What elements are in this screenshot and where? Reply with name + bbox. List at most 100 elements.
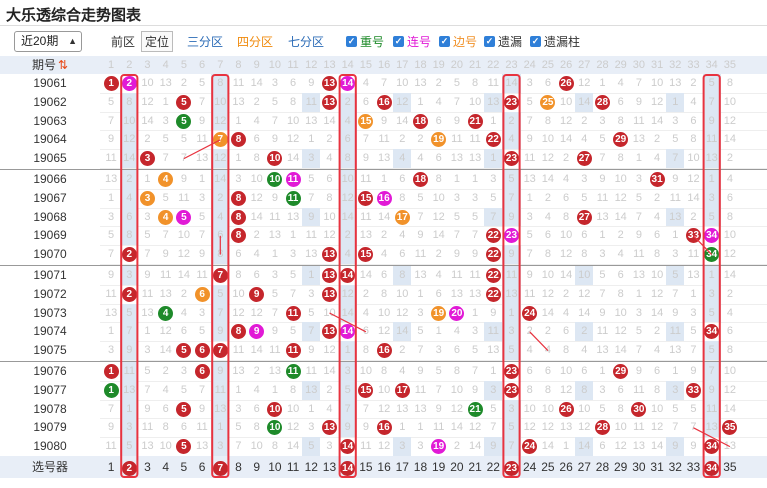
number-cell: 13 — [120, 380, 139, 400]
position-tab[interactable]: 定位 — [141, 31, 174, 52]
number-cell: 5 — [199, 210, 206, 223]
number-cell: 34 — [703, 226, 721, 245]
number-cell: 14 — [468, 440, 482, 453]
number-cell: 14 — [687, 191, 700, 204]
number-cell: 11 — [469, 269, 481, 281]
number-cell: 5 — [175, 93, 193, 112]
number-cell: 8 — [690, 133, 697, 146]
edge-checkbox[interactable]: ✓ 边号 — [439, 33, 477, 50]
selector-number[interactable]: 18 — [411, 456, 429, 478]
drawn-ball: 16 — [376, 420, 392, 436]
selector-number[interactable]: 7 — [211, 456, 229, 478]
selector-number[interactable]: 4 — [157, 456, 175, 478]
number-cell: 14 — [377, 210, 391, 223]
number-cell: 8 — [229, 189, 247, 208]
selected-ball[interactable]: 7 — [212, 461, 228, 476]
repeat-checkbox[interactable]: ✓ 重号 — [346, 33, 384, 50]
selector-number[interactable]: 9 — [248, 456, 266, 478]
draw-row: 19073 13 5 13 4 4 3 7 12 12 7 11 5 10 14 4 10 12 3 19 20 1 9 1 2… — [0, 303, 767, 323]
number-cell: 5 — [666, 266, 685, 285]
selector-number[interactable]: 17 — [393, 456, 411, 478]
selector-number[interactable]: 14 — [339, 456, 357, 478]
number-cell: 5 — [308, 173, 315, 185]
header-row: 期号 ⇅ 1 2 3 4 5 6 7 8 9 10 11 12 13 14 15 16 17 18 19 20 21 22 23… — [0, 56, 767, 74]
zone3-tab[interactable]: 三分区 — [187, 33, 223, 50]
selector-number[interactable]: 23 — [502, 456, 520, 478]
selector-number[interactable]: 11 — [284, 456, 302, 478]
number-cell: 3 — [108, 344, 115, 357]
selector-number[interactable]: 19 — [430, 456, 448, 478]
selector-number[interactable]: 28 — [593, 456, 611, 478]
selected-ball[interactable]: 34 — [704, 461, 720, 476]
selector-number[interactable]: 27 — [575, 456, 593, 478]
selector-number[interactable]: 15 — [357, 456, 375, 478]
number-cell: 7 — [472, 229, 479, 242]
selector-number[interactable]: 3 — [138, 456, 156, 478]
number-cell: 22 — [484, 130, 502, 149]
selector-number[interactable]: 21 — [466, 456, 484, 478]
number-cell: 6 — [617, 383, 624, 396]
selector-number[interactable]: 32 — [666, 456, 684, 478]
number-cell: 11 — [196, 133, 208, 146]
selector-number[interactable]: 30 — [630, 456, 648, 478]
number-cell: 10 — [650, 269, 664, 281]
period-select[interactable]: 近20期 ▲ — [14, 31, 82, 52]
selector-number[interactable]: 20 — [448, 456, 466, 478]
number-cell: 3 — [417, 440, 424, 453]
selected-ball[interactable]: 23 — [503, 461, 519, 476]
selector-number[interactable]: 31 — [648, 456, 666, 478]
selector-number[interactable]: 22 — [484, 456, 502, 478]
number-cell: 8 — [362, 344, 369, 357]
zone7-tab[interactable]: 七分区 — [288, 33, 324, 50]
selector-number[interactable]: 1 — [102, 456, 120, 478]
number-cell: 7 — [690, 344, 697, 357]
number-cell: 12 — [614, 325, 627, 338]
selector-number[interactable]: 12 — [302, 456, 320, 478]
consecutive-checkbox[interactable]: ✓ 连号 — [393, 33, 431, 50]
selector-number[interactable]: 5 — [175, 456, 193, 478]
number-cell: 7 — [599, 287, 606, 300]
number-cell: 9 — [144, 269, 151, 281]
selector-number[interactable]: 29 — [612, 456, 630, 478]
front-zone-tab[interactable]: 前区 — [111, 33, 135, 50]
number-cell: 10 — [377, 306, 391, 319]
selected-ball[interactable]: 2 — [121, 461, 137, 476]
number-cell: 9 — [526, 269, 533, 281]
zone4-tab[interactable]: 四分区 — [237, 33, 273, 50]
selector-number[interactable]: 34 — [703, 456, 721, 478]
number-cell: 7 — [211, 303, 230, 323]
number-cell: 1 — [144, 173, 151, 185]
number-cell: 1 — [235, 114, 242, 127]
number-cell: 1 — [702, 170, 721, 189]
selector-number[interactable]: 13 — [320, 456, 338, 478]
number-cell: 14 — [177, 269, 191, 281]
number-cell: 1 — [635, 152, 642, 165]
number-cell: 4 — [338, 245, 357, 264]
number-cell: 9 — [435, 402, 442, 415]
miss-checkbox[interactable]: ✓ 遗漏 — [484, 33, 522, 50]
selector-number[interactable]: 24 — [521, 456, 539, 478]
draw-row: 19065 11 14 3 7 7 13 12 1 8 10 14 3 4 8 9 13 4 4 6 13 13 1 23 11… — [0, 149, 767, 168]
selector-number[interactable]: 33 — [684, 456, 702, 478]
selector-number[interactable]: 25 — [539, 456, 557, 478]
selector-number[interactable]: 35 — [721, 456, 739, 478]
number-cell: 8 — [617, 402, 624, 415]
number-cell: 7 — [635, 210, 642, 223]
miss-bar-checkbox[interactable]: ✓ 遗漏柱 — [530, 33, 580, 50]
number-cell: 16 — [375, 189, 393, 208]
number-cell: 3 — [393, 437, 412, 456]
selector-number[interactable]: 2 — [120, 456, 138, 478]
selector-number[interactable]: 10 — [266, 456, 284, 478]
number-cell: 7 — [666, 149, 685, 168]
selected-ball[interactable]: 14 — [340, 461, 356, 476]
selector-number[interactable]: 8 — [229, 456, 247, 478]
number-cell: 7 — [702, 92, 721, 112]
number-cell: 14 — [286, 440, 300, 453]
number-cell: 4 — [726, 173, 733, 185]
number-cell: 13 — [320, 418, 338, 437]
issue-header[interactable]: 期号 ⇅ — [0, 57, 100, 73]
selector-number[interactable]: 6 — [193, 456, 211, 478]
selector-number[interactable]: 16 — [375, 456, 393, 478]
sort-icon[interactable]: ⇅ — [58, 58, 68, 72]
selector-number[interactable]: 26 — [557, 456, 575, 478]
